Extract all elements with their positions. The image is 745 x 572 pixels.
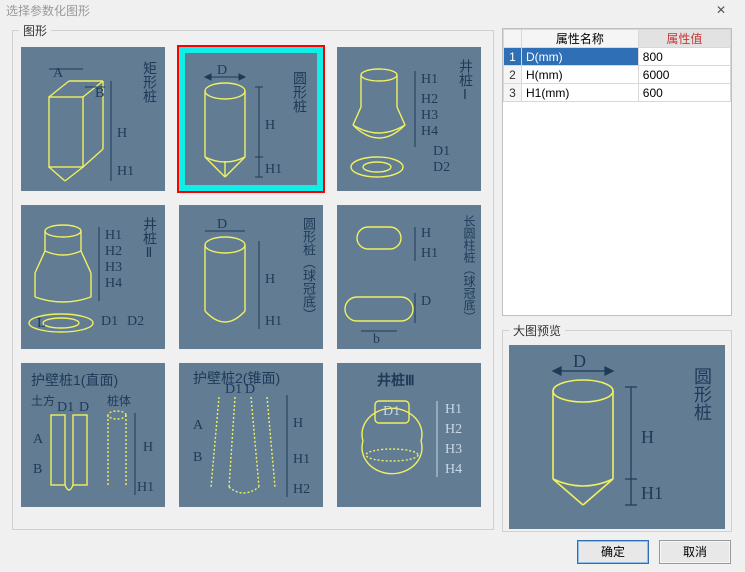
svg-text:D: D [79,400,89,415]
prop-name: D(mm) [522,48,639,66]
svg-text:H1: H1 [421,246,438,261]
shape-title: 圆形桩（球冠底） [301,217,315,321]
svg-text:H2: H2 [421,92,438,107]
titlebar: 选择参数化图形 ✕ [0,0,745,22]
svg-text:b: b [373,332,380,347]
svg-text:D: D [421,294,431,309]
svg-text:H1: H1 [421,72,438,87]
svg-text:H3: H3 [105,260,122,275]
shape-tile-rect-pile[interactable]: 矩形桩 A [21,47,165,191]
svg-text:B: B [193,450,202,465]
shape-title: 井桩Ⅲ [377,373,415,388]
svg-text:H1: H1 [105,228,122,243]
shape-title: 长圆柱桩（球冠底） [462,215,475,323]
shape-tile-wall-2[interactable]: 护壁桩2(锥面) D1 D A [179,363,323,507]
shape-tile-well-3[interactable]: 井桩Ⅲ D1 H1 H2 H3 H4 [337,363,481,507]
svg-text:D: D [217,217,227,232]
shape-tile-long-cyl-cap[interactable]: 长圆柱桩（球冠底） H H1 [337,205,481,349]
svg-text:H2: H2 [293,482,310,497]
prop-value[interactable]: 600 [638,84,730,102]
prop-value[interactable]: 800 [638,48,730,66]
shape-title: 矩形桩 [142,61,157,103]
shape-tile-cyl-pile[interactable]: 圆形桩 [179,47,323,191]
svg-text:H1: H1 [641,483,663,503]
svg-text:H1: H1 [117,164,134,179]
svg-text:H: H [265,118,275,133]
shape-tile-wall-1[interactable]: 护壁桩1(直面) 土方 桩体 D1 [21,363,165,507]
svg-text:H1: H1 [293,452,310,467]
shape-title: 井桩Ⅰ [458,59,473,103]
shape-title: 护壁桩2(锥面) [193,371,280,386]
shapes-scroll-area[interactable]: 矩形桩 A [19,45,487,523]
col-header-name[interactable]: 属性名称 [522,30,639,48]
shapes-group: 图形 矩形桩 [12,22,494,530]
window-title: 选择参数化图形 [6,4,90,18]
svg-text:H1: H1 [445,402,462,417]
cancel-button[interactable]: 取消 [659,540,731,564]
shape-sub2: 桩体 [107,395,131,408]
svg-text:H: H [293,416,303,431]
svg-text:A: A [33,432,44,447]
shape-tile-cyl-cap[interactable]: 圆形桩（球冠底） D [179,205,323,349]
svg-text:A: A [53,66,64,81]
svg-text:H: H [265,272,275,287]
svg-text:H2: H2 [445,422,462,437]
svg-text:H3: H3 [421,108,438,123]
svg-text:H3: H3 [445,442,462,457]
svg-text:H1: H1 [265,314,282,329]
svg-text:H: H [117,126,127,141]
svg-text:H: H [421,226,431,241]
svg-text:B: B [95,86,104,101]
svg-text:D1: D1 [433,144,450,159]
svg-text:H4: H4 [445,462,462,477]
prop-value[interactable]: 6000 [638,66,730,84]
svg-text:D: D [573,351,586,371]
ok-button[interactable]: 确定 [577,540,649,564]
svg-text:D: D [217,63,227,78]
table-row[interactable]: 3 H1(mm) 600 [504,84,731,102]
shape-tile-well-1[interactable]: 井桩Ⅰ [337,47,481,191]
shape-title: 井桩Ⅱ [142,217,157,261]
prop-name: H(mm) [522,66,639,84]
svg-text:H1: H1 [265,162,282,177]
table-row[interactable]: 2 H(mm) 6000 [504,66,731,84]
svg-text:B: B [33,462,42,477]
svg-text:A: A [193,418,204,433]
prop-name: H1(mm) [522,84,639,102]
close-icon[interactable]: ✕ [705,2,737,20]
preview-title: 圆形桩 [691,367,711,421]
svg-text:D1: D1 [101,314,118,329]
row-header-blank [504,30,522,48]
svg-text:D1: D1 [383,404,400,419]
shape-title: 护壁桩1(直面) [31,373,118,388]
svg-text:L: L [37,316,46,331]
svg-text:D2: D2 [127,314,144,329]
table-row[interactable]: 1 D(mm) 800 [504,48,731,66]
svg-text:H4: H4 [421,124,438,139]
svg-text:H: H [143,440,153,455]
preview-group-legend: 大图预览 [509,322,565,339]
preview-pane: 圆形桩 [509,345,725,529]
svg-text:H: H [641,427,654,447]
shape-title: 圆形桩 [292,71,307,113]
col-header-value[interactable]: 属性值 [638,30,730,48]
property-table[interactable]: 属性名称 属性值 1 D(mm) 800 2 H(mm) 6000 [502,28,732,316]
shape-tile-well-2[interactable]: 井桩Ⅱ [21,205,165,349]
svg-text:H2: H2 [105,244,122,259]
shapes-group-legend: 图形 [19,22,51,39]
svg-text:D2: D2 [433,160,450,175]
svg-text:H4: H4 [105,276,122,291]
preview-group: 大图预览 圆形桩 [502,322,732,532]
shape-sub1: 土方 [31,395,55,408]
svg-text:D1: D1 [57,400,74,415]
svg-text:H1: H1 [137,480,154,495]
